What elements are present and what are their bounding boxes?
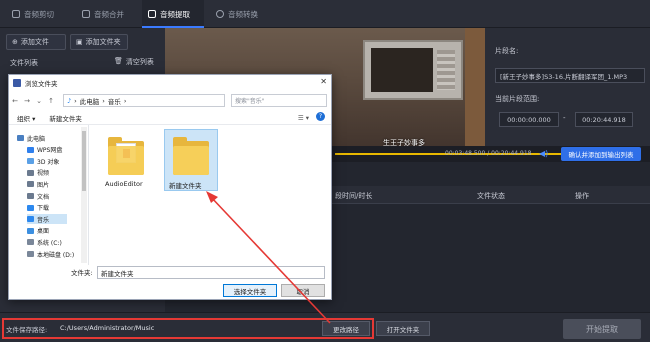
dialog-title: 浏览文件夹 (25, 80, 58, 88)
open-folder-button[interactable]: 打开文件夹 (376, 321, 430, 336)
trash-icon: 🗑 (114, 57, 123, 65)
scissors-icon (12, 10, 20, 18)
convert-icon (216, 10, 224, 18)
tab-audio-merge[interactable]: 音频合并 (76, 0, 138, 28)
folder-icon (27, 146, 34, 153)
tree-item[interactable]: 文档 (27, 191, 49, 201)
tree-item[interactable]: 此电脑 (17, 133, 45, 143)
help-icon[interactable]: ? (316, 112, 325, 121)
dialog-titlebar: 浏览文件夹 (9, 75, 331, 91)
tree-item[interactable]: 图片 (27, 179, 49, 189)
folder-label-new: 新建文件夹 (169, 182, 202, 190)
tree-item-label: WPS网盘 (37, 147, 63, 155)
folder-new[interactable] (173, 137, 209, 177)
add-folder-button[interactable]: ▣ 添加文件夹 (70, 34, 128, 50)
col-status: 文件状态 (477, 192, 505, 200)
tree-item-label: 下载 (37, 205, 50, 213)
scroll-thumb[interactable] (82, 131, 86, 191)
clear-list-button[interactable]: 🗑 清空列表 (114, 57, 154, 67)
tree-item[interactable]: 本地磁盘 (D:) (27, 249, 74, 259)
folder-icon (27, 239, 34, 246)
range-end-field[interactable]: 00:20:44.918 (575, 112, 633, 127)
folder-tree: 此电脑 WPS网盘 3D 对象视频图片文档下载音乐桌面系统 (C:) 本地磁盘 (D:… (9, 125, 89, 265)
tree-item-label: 3D 对象 (37, 158, 60, 166)
search-input[interactable]: 搜索"音乐" (231, 94, 327, 107)
save-path-value: C:/Users/Administrator/Music (60, 324, 155, 332)
file-list-label: 文件列表 (10, 59, 38, 67)
folder-icon (27, 227, 34, 234)
address-segment-music[interactable]: 音乐 (108, 96, 121, 106)
chevron-down-icon[interactable]: ⌄ (35, 97, 43, 105)
tree-item[interactable]: WPS网盘 (27, 145, 62, 155)
save-path-label: 文件保存路径: (6, 326, 48, 334)
tree-item-label: 此电脑 (27, 135, 46, 143)
confirm-add-output-button[interactable]: 确认并添加到输出列表 (561, 147, 641, 161)
music-note-icon: ♪ (67, 96, 72, 105)
new-folder-button[interactable]: 新建文件夹 (49, 113, 82, 123)
folder-icon (17, 135, 24, 141)
tree-item-label: 桌面 (37, 228, 50, 236)
back-arrow-icon[interactable]: ← (11, 97, 19, 105)
address-box[interactable]: ♪ › 此电脑 › 音乐 › (63, 94, 225, 107)
current-range-label: 当前片段范围: (495, 95, 540, 103)
folder-icon (27, 251, 34, 257)
extract-icon (148, 10, 156, 18)
add-file-button[interactable]: ⊕ 添加文件 (6, 34, 66, 50)
segment-panel: 片段名: [新王子妙事多]S3-16.片断翻译军团_1.MP3 当前片段范围: … (485, 28, 650, 146)
range-dash: - (563, 114, 566, 122)
video-frame-microwave (363, 40, 463, 100)
tree-item-label: 视频 (37, 170, 50, 178)
time-readout: 00:03:48.500 / 00:20:44.918 (445, 150, 532, 157)
folder-label-audioeditor: AudioEditor (105, 180, 143, 188)
tree-item[interactable]: 系统 (C:) (27, 237, 62, 247)
plus-circle-icon: ⊕ (12, 38, 18, 46)
folder-icon (27, 181, 34, 188)
tree-item[interactable]: 视频 (27, 168, 49, 178)
col-actions: 操作 (575, 192, 589, 200)
address-bar-row: ← → ⌄ ↑ ♪ › 此电脑 › 音乐 › 搜索"音乐" (11, 93, 331, 109)
tree-item[interactable]: 音乐 (27, 214, 68, 225)
merge-icon (82, 10, 90, 18)
tree-scrollbar[interactable] (81, 127, 87, 263)
segment-name-field[interactable]: [新王子妙事多]S3-16.片断翻译军团_1.MP3 (495, 68, 645, 83)
view-options-icon[interactable]: ☰ ▾ (298, 114, 309, 122)
tree-item[interactable]: 下载 (27, 203, 49, 213)
top-tab-bar: 音频剪切 音频合并 音频提取 音频转换 (0, 0, 650, 28)
annotation-arrow (206, 191, 331, 324)
folder-icon (27, 158, 34, 165)
tree-item[interactable]: 桌面 (27, 226, 49, 236)
close-icon[interactable]: ✕ (320, 77, 327, 86)
tab-audio-cut[interactable]: 音频剪切 (6, 0, 68, 28)
segment-name-label: 片段名: (495, 47, 519, 55)
address-segment-pc[interactable]: 此电脑 (80, 96, 100, 106)
volume-icon[interactable]: ◀) (539, 149, 548, 158)
tab-audio-extract[interactable]: 音频提取 (142, 0, 204, 28)
folder-audioeditor[interactable] (108, 137, 144, 177)
folder-icon (27, 193, 34, 199)
arrow-line (209, 195, 331, 324)
tree-item-label: 图片 (37, 181, 50, 189)
up-arrow-icon[interactable]: ↑ (47, 97, 55, 105)
start-extract-button[interactable]: 开始提取 (563, 319, 641, 339)
tree-item[interactable]: 3D 对象 (27, 156, 59, 166)
folder-icon (27, 216, 34, 223)
forward-arrow-icon[interactable]: → (23, 97, 31, 105)
tree-item-label: 文档 (37, 193, 50, 201)
folder-icon (27, 169, 34, 176)
tab-audio-convert[interactable]: 音频转换 (210, 0, 272, 28)
folder-icon (27, 204, 34, 211)
tree-item-label: 本地磁盘 (D:) (37, 251, 75, 259)
organize-menu[interactable]: 组织 ▾ (17, 113, 35, 123)
folder-add-icon: ▣ (76, 38, 83, 46)
dialog-toolbar: 组织 ▾ 新建文件夹 ☰ ▾ ? (9, 111, 331, 125)
range-start-field[interactable]: 00:00:00.000 (499, 112, 559, 127)
tree-item-label: 音乐 (37, 216, 50, 224)
arrow-head (206, 191, 218, 203)
folder-name-label: 文件夹: (71, 269, 93, 277)
tree-item-label: 系统 (C:) (37, 239, 62, 247)
app-icon (13, 79, 21, 87)
